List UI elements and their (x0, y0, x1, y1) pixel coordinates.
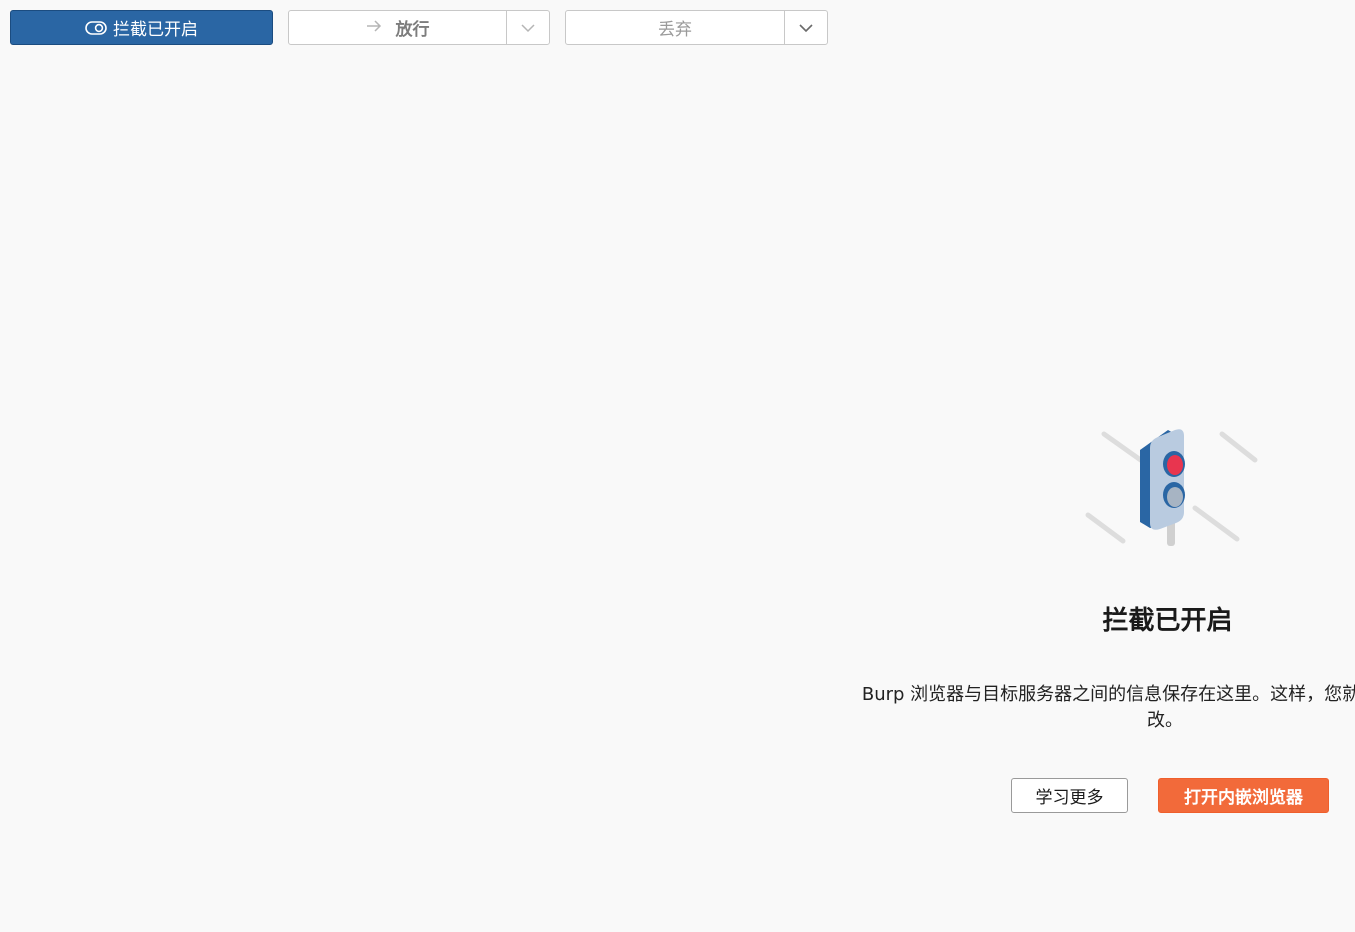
traffic-light-icon (1080, 420, 1265, 555)
arrow-right-icon (366, 18, 382, 38)
chevron-down-icon (520, 18, 536, 37)
forward-button[interactable]: 放行 (289, 11, 506, 44)
empty-state-title: 拦截已开启 (1102, 606, 1233, 636)
open-browser-button[interactable]: 打开内嵌浏览器 (1158, 778, 1329, 813)
chevron-down-icon (798, 18, 814, 37)
forward-split-button: 放行 (288, 10, 550, 45)
intercept-panel: 拦截已开启 放行 丢弃 拦截已开启 Burp 浏览器与目标服务器之间的信息保存在… (0, 0, 1355, 932)
empty-state-description: Burp 浏览器与目标服务器之间的信息保存在这里。这样，您就可以在转发这 改。 (740, 682, 1355, 734)
intercept-toggle-label: 拦截已开启 (113, 20, 198, 40)
forward-label: 放行 (395, 20, 430, 40)
drop-dropdown-button[interactable] (784, 11, 827, 44)
drop-split-button: 丢弃 (565, 10, 828, 45)
toggle-icon (85, 20, 107, 35)
empty-state-description-line2: 改。 (1147, 710, 1183, 731)
drop-label: 丢弃 (658, 20, 692, 40)
forward-dropdown-button[interactable] (506, 11, 549, 44)
drop-button[interactable]: 丢弃 (566, 11, 784, 44)
learn-more-button[interactable]: 学习更多 (1011, 778, 1128, 813)
intercept-toggle-button[interactable]: 拦截已开启 (10, 10, 273, 45)
empty-state-description-line1: Burp 浏览器与目标服务器之间的信息保存在这里。这样，您就可以在转发这 (861, 684, 1355, 705)
